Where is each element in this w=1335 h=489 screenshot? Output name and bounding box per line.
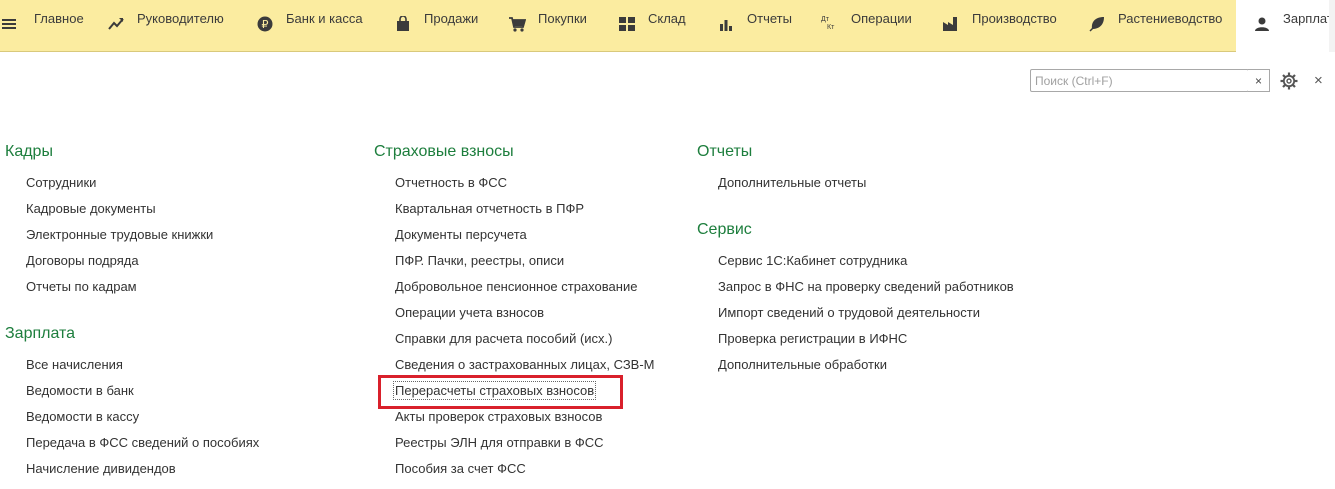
link-benefit-certificates[interactable]: Справки для расчета пособий (исх.) (395, 331, 612, 346)
link-pfr-quarterly[interactable]: Квартальная отчетность в ПФР (395, 201, 584, 216)
bar-chart-icon (717, 15, 735, 33)
section-manager[interactable]: Руководителю (107, 0, 224, 52)
link-pfr-packs[interactable]: ПФР. Пачки, реестры, описи (395, 253, 564, 268)
section-salary[interactable]: Зарплата (1236, 0, 1329, 53)
group-title-vznosy: Страховые взносы (374, 143, 514, 160)
bag-icon (394, 15, 412, 33)
section-label: Главное (34, 11, 84, 26)
link-employee-cabinet[interactable]: Сервис 1С:Кабинет сотрудника (718, 253, 907, 268)
section-label: Операции (851, 11, 912, 26)
section-label: Руководителю (137, 11, 224, 26)
link-contracts[interactable]: Договоры подряда (26, 253, 139, 268)
link-all-accruals[interactable]: Все начисления (26, 357, 123, 372)
link-contribution-operations[interactable]: Операции учета взносов (395, 305, 544, 320)
link-hr-reports[interactable]: Отчеты по кадрам (26, 279, 137, 294)
link-eln-registers[interactable]: Реестры ЭЛН для отправки в ФСС (395, 435, 604, 450)
section-label: Покупки (538, 11, 587, 26)
link-personal-accounting[interactable]: Документы персучета (395, 227, 527, 242)
link-ifns-check[interactable]: Проверка регистрации в ИФНС (718, 331, 907, 346)
link-additional-reports[interactable]: Дополнительные отчеты (718, 175, 866, 190)
link-fss-benefits[interactable]: Передача в ФСС сведений о пособиях (26, 435, 259, 450)
section-warehouse[interactable]: Склад (618, 0, 686, 52)
person-icon (1253, 15, 1271, 33)
close-panel-button[interactable]: × (1314, 72, 1323, 89)
section-main[interactable]: Главное (0, 0, 84, 52)
topbar-scrollbar[interactable] (1329, 0, 1335, 52)
section-label: Склад (648, 11, 686, 26)
section-crops[interactable]: Растениеводство (1088, 0, 1222, 52)
section-reports[interactable]: Отчеты (717, 0, 792, 52)
link-szv-m[interactable]: Сведения о застрахованных лицах, СЗВ-М (395, 357, 655, 372)
link-additional-processing[interactable]: Дополнительные обработки (718, 357, 887, 372)
link-cash-statements[interactable]: Ведомости в кассу (26, 409, 139, 424)
group-title-kadry: Кадры (5, 143, 53, 160)
clear-search-button[interactable]: × (1248, 69, 1270, 92)
section-sales[interactable]: Продажи (394, 0, 478, 52)
settings-button[interactable] (1280, 72, 1298, 90)
gear-icon (1280, 72, 1298, 90)
link-bank-statements[interactable]: Ведомости в банк (26, 383, 134, 398)
section-label: Банк и касса (286, 11, 363, 26)
ruble-icon: ₽ (256, 15, 274, 33)
link-employees[interactable]: Сотрудники (26, 175, 96, 190)
link-contribution-recalculations[interactable]: Перерасчеты страховых взносов (392, 381, 597, 400)
factory-icon (942, 15, 960, 33)
link-hr-documents[interactable]: Кадровые документы (26, 201, 156, 216)
section-label: Зарплата (1283, 11, 1329, 26)
trend-icon (107, 15, 125, 33)
section-purchases[interactable]: Покупки (508, 0, 587, 52)
section-label: Растениеводство (1118, 11, 1223, 26)
section-panel: Главное Руководителю ₽ Банк и касса Прод… (0, 0, 1335, 53)
link-voluntary-pension[interactable]: Добровольное пенсионное страхование (395, 279, 637, 294)
group-title-servis: Сервис (697, 221, 752, 238)
link-fss-reporting[interactable]: Отчетность в ФСС (395, 175, 507, 190)
grid-icon (618, 15, 636, 33)
dt-kt-icon: Дт Кт (821, 15, 839, 33)
search-input[interactable] (1030, 69, 1249, 92)
section-production[interactable]: Производство (942, 0, 1057, 52)
link-inspection-acts[interactable]: Акты проверок страховых взносов (395, 409, 602, 424)
link-import-labor[interactable]: Импорт сведений о трудовой деятельности (718, 305, 980, 320)
section-bank[interactable]: ₽ Банк и касса (256, 0, 363, 52)
cart-icon (508, 15, 526, 33)
section-label: Производство (972, 11, 1057, 26)
svg-text:₽: ₽ (262, 18, 269, 31)
group-title-zarplata: Зарплата (5, 325, 76, 342)
link-electronic-workbooks[interactable]: Электронные трудовые книжки (26, 227, 213, 242)
kt-label: Кт (827, 24, 835, 31)
menu-icon (0, 15, 18, 33)
leaf-icon (1088, 15, 1106, 33)
link-fss-benefits-paid[interactable]: Пособия за счет ФСС (395, 461, 526, 476)
section-operations[interactable]: Дт Кт Операции (821, 0, 912, 52)
close-icon: × (1254, 73, 1262, 88)
group-title-otchety: Отчеты (697, 143, 753, 160)
close-icon: × (1314, 72, 1323, 89)
section-label: Продажи (424, 11, 479, 26)
link-dividends[interactable]: Начисление дивидендов (26, 461, 176, 476)
section-label: Отчеты (747, 11, 792, 26)
dt-label: Дт (821, 16, 829, 23)
link-fns-request[interactable]: Запрос в ФНС на проверку сведений работн… (718, 279, 1014, 294)
